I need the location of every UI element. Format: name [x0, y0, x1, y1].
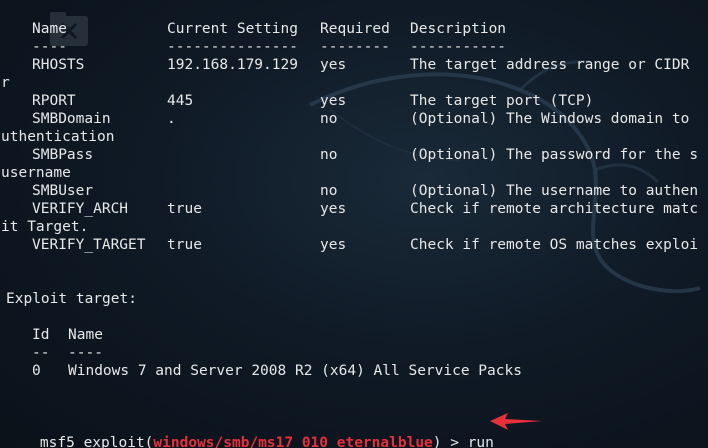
target-column-id: Id — [32, 327, 50, 343]
underline-current-setting: --------------- — [167, 39, 298, 55]
option-description: The target port (TCP) — [410, 93, 594, 109]
option-description-wrap: r — [1, 75, 10, 91]
prompt-module-path: windows/smb/ms17_010_eternalblue — [153, 435, 433, 448]
option-required: no — [320, 147, 338, 163]
option-wrap-verify-arch: it Target. — [1, 218, 88, 236]
option-row-verify-arch: VERIFY_ARCH true yes Check if remote arc… — [6, 200, 698, 218]
option-setting: true — [167, 237, 202, 253]
options-header-underline: ---- --------------- -------- ----------… — [6, 38, 506, 56]
column-header-required: Required — [320, 21, 390, 37]
target-name: Windows 7 and Server 2008 R2 (x64) All S… — [68, 363, 522, 379]
command-prompt-line[interactable]: msf5 exploit(windows/smb/ms17_010_eterna… — [5, 416, 494, 448]
option-description-wrap: username — [1, 165, 71, 181]
target-underline-id: -- — [32, 345, 50, 361]
option-name: SMBPass — [32, 147, 94, 163]
option-description: (Optional) The Windows domain to — [410, 111, 690, 127]
terminal-window[interactable]: Name Current Setting Required Descriptio… — [0, 0, 708, 448]
option-row-smbuser: SMBUser no (Optional) The username to au… — [6, 182, 698, 200]
option-setting: . — [167, 111, 176, 127]
option-name: VERIFY_ARCH — [32, 201, 129, 217]
option-description: (Optional) The username to authen — [410, 183, 699, 199]
underline-name: ---- — [32, 39, 67, 55]
option-name: VERIFY_TARGET — [32, 237, 146, 253]
options-header-row: Name Current Setting Required Descriptio… — [6, 20, 506, 38]
underline-description: ----------- — [410, 39, 507, 55]
option-description: The target address range or CIDR — [410, 57, 690, 73]
option-description: Check if remote OS matches exploi — [410, 237, 699, 253]
option-wrap-smbdomain: uthentication — [1, 128, 115, 146]
underline-required: -------- — [320, 39, 390, 55]
option-setting: true — [167, 201, 202, 217]
red-arrow-annotation-icon — [490, 413, 542, 430]
target-column-name: Name — [68, 327, 103, 343]
option-description-wrap: uthentication — [1, 129, 115, 145]
option-required: no — [320, 183, 338, 199]
option-required: yes — [320, 201, 347, 217]
exploit-target-heading: Exploit target: — [6, 290, 137, 308]
option-required: no — [320, 111, 338, 127]
exploit-target-row: 0 Windows 7 and Server 2008 R2 (x64) All… — [6, 362, 522, 380]
column-header-current-setting: Current Setting — [167, 21, 298, 37]
option-name: RHOSTS — [32, 57, 85, 73]
option-wrap-smbpass: username — [1, 164, 71, 182]
option-required: yes — [320, 237, 347, 253]
option-description: (Optional) The password for the s — [410, 147, 699, 163]
prompt-command-prefix: exploit( — [74, 435, 154, 448]
prompt-command-suffix: ) > — [432, 435, 468, 448]
target-underline-name: ---- — [68, 345, 103, 361]
option-setting: 192.168.179.129 — [167, 57, 298, 73]
option-description: Check if remote architecture matc — [410, 201, 699, 217]
column-header-name: Name — [32, 21, 67, 37]
exploit-target-header-row: Id Name — [6, 326, 103, 344]
option-row-rport: RPORT 445 yes The target port (TCP) — [6, 92, 593, 110]
option-row-rhosts: RHOSTS 192.168.179.129 yes The target ad… — [6, 56, 689, 74]
option-name: RPORT — [32, 93, 76, 109]
option-description-wrap: it Target. — [1, 219, 89, 235]
option-required: yes — [320, 93, 347, 109]
option-row-smbpass: SMBPass no (Optional) The password for t… — [6, 146, 698, 164]
option-setting: 445 — [167, 93, 194, 109]
column-header-description: Description — [410, 21, 507, 37]
option-row-verify-target: VERIFY_TARGET true yes Check if remote O… — [6, 236, 698, 254]
command-input[interactable]: run — [468, 435, 494, 448]
option-name: SMBDomain — [32, 111, 111, 127]
prompt-msf5: msf5 — [39, 435, 75, 448]
option-name: SMBUser — [32, 183, 94, 199]
option-wrap-rhosts: r — [1, 74, 41, 92]
exploit-target-underline: -- ---- — [6, 344, 103, 362]
option-required: yes — [320, 57, 347, 73]
option-row-smbdomain: SMBDomain . no (Optional) The Windows do… — [6, 110, 689, 128]
exploit-target-heading-text: Exploit target: — [6, 291, 137, 307]
target-id: 0 — [32, 363, 41, 379]
